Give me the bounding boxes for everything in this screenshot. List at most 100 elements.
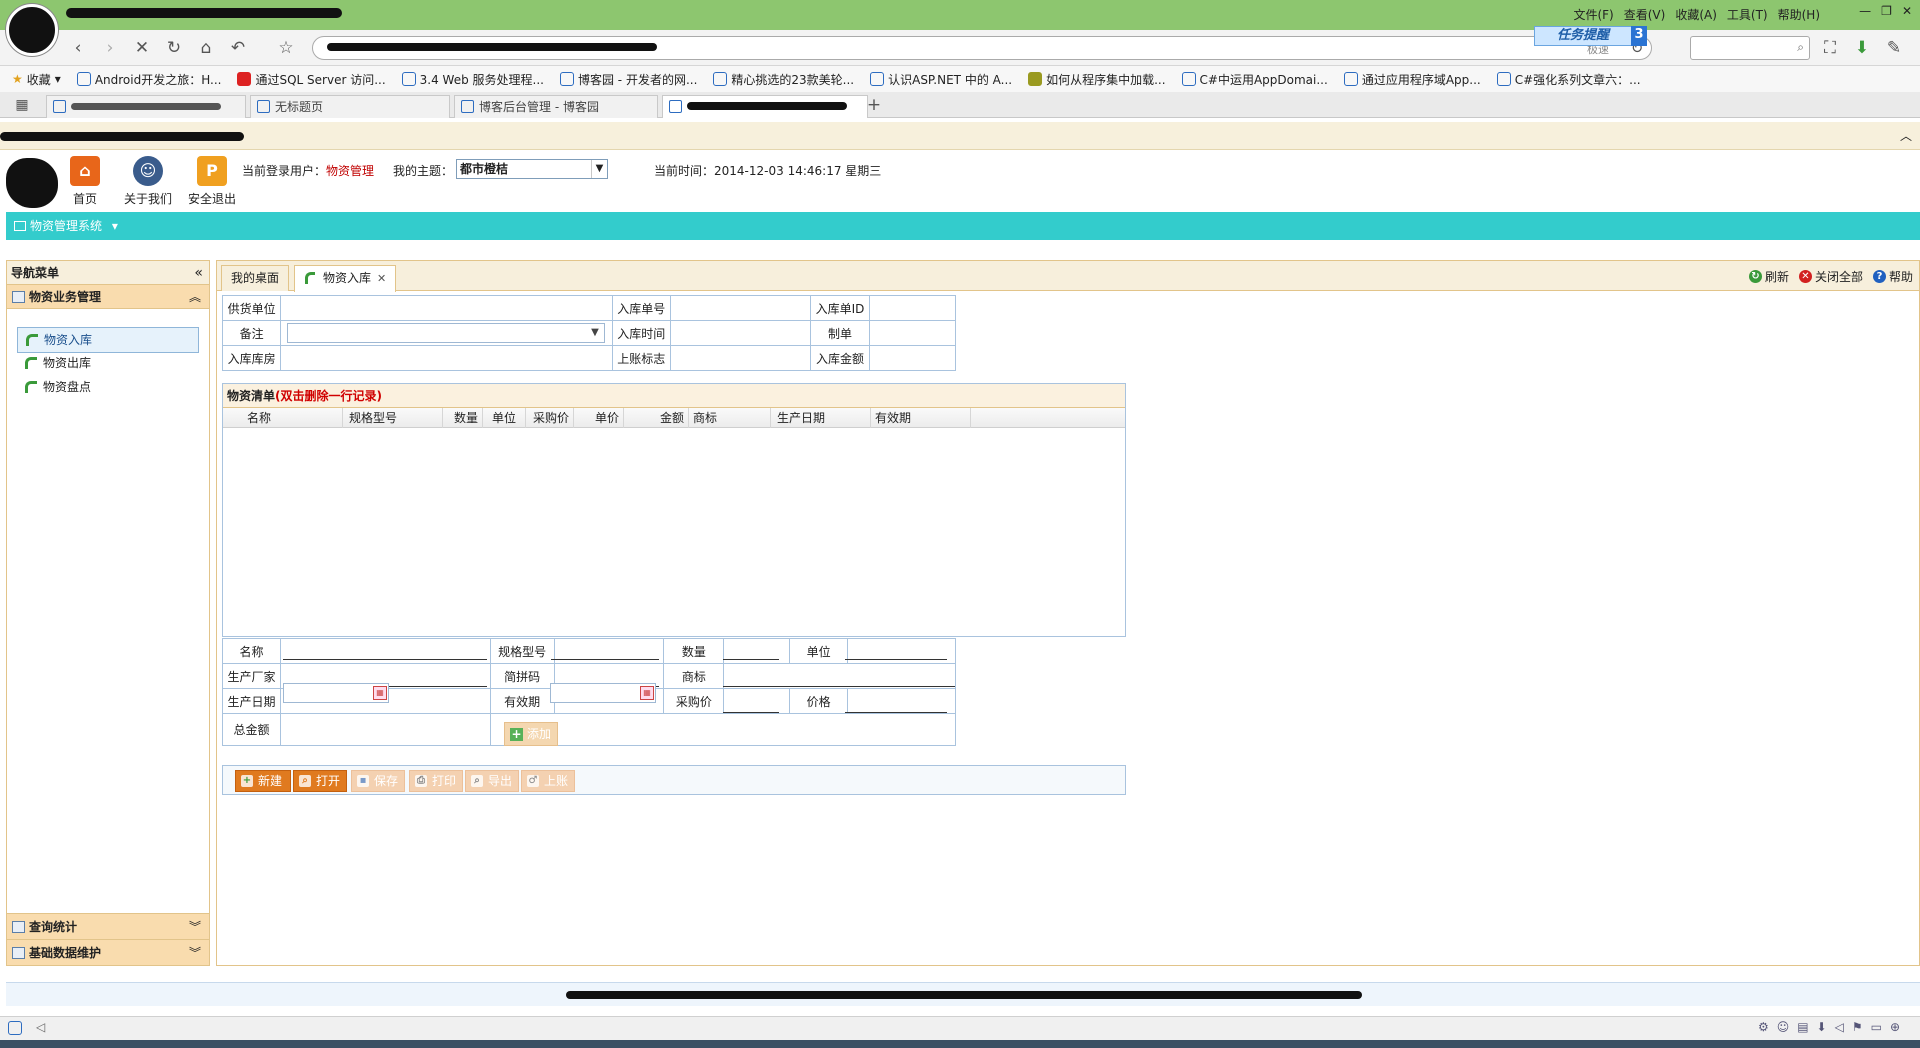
add-item-button[interactable]: + 添加 (504, 722, 558, 746)
about-button[interactable]: ☺ 关于我们 (118, 156, 178, 207)
collapse-up-icon[interactable]: ︿ (1900, 127, 1912, 144)
order-id-field[interactable] (868, 295, 957, 321)
post-button[interactable]: ♂ 上账 (521, 770, 575, 792)
purchase-price-input[interactable] (723, 697, 779, 713)
favorite-link[interactable]: 精心挑选的23款美轮... (707, 71, 864, 88)
nav-section-query[interactable]: 查询统计 ︾ (7, 913, 209, 939)
remark-select[interactable]: ▼ (287, 323, 605, 343)
favorite-link[interactable]: 3.4 Web 服务处理程... (396, 71, 554, 88)
post-flag-field[interactable] (669, 345, 812, 371)
home-button[interactable]: ⌂ 首页 (55, 156, 115, 207)
favorite-link[interactable]: C#强化系列文章六：... (1491, 71, 1651, 88)
favorite-link[interactable]: 认识ASP.NET 中的 A... (864, 71, 1022, 88)
price-input[interactable] (845, 697, 947, 713)
maximize-icon[interactable]: ❐ (1881, 4, 1892, 18)
save-button[interactable]: ▪ 保存 (351, 770, 405, 792)
back-icon[interactable]: ‹ (68, 38, 88, 58)
close-tab-icon[interactable]: ✕ (377, 272, 386, 285)
menu-tools[interactable]: 工具(T) (1727, 6, 1768, 23)
menu-help[interactable]: 帮助(H) (1778, 6, 1820, 23)
action-bar: + 新建 ⌕ 打开 ▪ 保存 ⎙ 打印 ⌕ 导出 ♂ 上账 (222, 765, 1126, 795)
tab-stock-in[interactable]: 物资入库 ✕ (294, 265, 397, 292)
logout-button[interactable]: P 安全退出 (182, 156, 242, 207)
print-button[interactable]: ⎙ 打印 (409, 770, 463, 792)
favorite-link[interactable]: 通过应用程序域App... (1338, 71, 1491, 88)
menu-view[interactable]: 查看(V) (1624, 6, 1666, 23)
close-all-button[interactable]: ✕ 关闭全部 (1798, 268, 1863, 285)
warehouse-field[interactable] (280, 345, 613, 371)
system-menu-bar[interactable]: 物资管理系统 ▾ (6, 212, 1920, 240)
stop-icon[interactable]: ✕ (132, 38, 152, 58)
unit-input[interactable] (845, 644, 947, 660)
nav-item-stock-out[interactable]: 物资出库 (17, 351, 199, 377)
home-icon[interactable]: ⌂ (196, 38, 216, 58)
col-name[interactable]: 名称 (223, 408, 343, 428)
browser-logo[interactable] (6, 4, 58, 56)
col-qty[interactable]: 数量 (443, 408, 483, 428)
undo-icon[interactable]: ↶ (228, 38, 248, 58)
qty-input[interactable] (723, 644, 779, 660)
address-bar[interactable]: 极速 ↻ (312, 36, 1652, 60)
menu-favorites[interactable]: 收藏(A) (1675, 6, 1717, 23)
star-icon[interactable]: ☆ (276, 38, 296, 58)
theme-select[interactable]: 都市橙桔 ▼ (456, 159, 608, 179)
new-tab-icon[interactable]: + (864, 95, 884, 115)
in-time-field[interactable] (669, 320, 812, 346)
mute-icon[interactable]: ✎ (1884, 38, 1904, 58)
open-button[interactable]: ⌕ 打开 (293, 770, 347, 792)
status-tools-icons[interactable]: ⚙☺▤⬇◁⚑▭⊕ (1758, 1020, 1908, 1034)
col-amount[interactable]: 金额 (624, 408, 689, 428)
maker-field[interactable] (868, 320, 957, 346)
supplier-field[interactable] (280, 295, 613, 321)
collapse-left-icon[interactable]: « (194, 261, 203, 285)
spec-input[interactable] (551, 644, 659, 660)
close-window-icon[interactable]: ✕ (1902, 4, 1912, 18)
new-button[interactable]: + 新建 (235, 770, 291, 792)
col-spec[interactable]: 规格型号 (343, 408, 443, 428)
col-brand[interactable]: 商标 (689, 408, 771, 428)
tab-desktop[interactable]: 我的桌面 (221, 265, 290, 291)
info-icon[interactable] (8, 1021, 22, 1035)
nav-section-business[interactable]: 物资业务管理 ︽ (7, 285, 209, 309)
browser-tab[interactable] (46, 95, 246, 118)
nav-item-stock-in[interactable]: 物资入库 (17, 327, 199, 353)
browser-tab[interactable]: 博客后台管理 - 博客园 (454, 95, 658, 118)
task-reminder-badge[interactable]: 任务提醒 3 (1534, 26, 1647, 46)
amount-field[interactable] (868, 345, 957, 371)
screenshot-icon[interactable]: ⛶ (1820, 38, 1840, 58)
col-purchase-price[interactable]: 采购价 (526, 408, 574, 428)
prod-date-input[interactable]: ▦ (283, 683, 389, 703)
help-button[interactable]: ? 帮助 (1872, 268, 1913, 285)
search-input[interactable]: ⌕ (1690, 36, 1810, 60)
speaker-icon[interactable]: ◁ (36, 1020, 45, 1034)
nav-item-inventory[interactable]: 物资盘点 (17, 375, 199, 401)
favorite-link[interactable]: Android开发之旅：H... (71, 71, 232, 88)
browser-tab-active[interactable] (662, 95, 868, 118)
col-price[interactable]: 单价 (574, 408, 624, 428)
browser-tab[interactable]: 无标题页 (250, 95, 450, 118)
refresh-icon[interactable]: ↻ (164, 38, 184, 58)
favorite-link[interactable]: C#中运用AppDomai... (1176, 71, 1338, 88)
favorite-link[interactable]: 如何从程序集中加载... (1022, 71, 1175, 88)
minimize-icon[interactable]: — (1859, 4, 1871, 18)
search-icon[interactable]: ⌕ (1797, 40, 1804, 55)
order-no-field[interactable] (669, 295, 812, 321)
nav-section-basedata[interactable]: 基础数据维护 ︾ (7, 939, 209, 965)
col-expiry[interactable]: 有效期 (871, 408, 971, 428)
col-prod-date[interactable]: 生产日期 (771, 408, 871, 428)
grid-icon[interactable]: ▦ (12, 95, 32, 115)
favorite-link[interactable]: 博客园 - 开发者的网... (554, 71, 707, 88)
favorites-menu[interactable]: ★ 收藏 ▾ (6, 71, 71, 88)
expiry-input[interactable]: ▦ (550, 683, 656, 703)
brand-input[interactable] (723, 671, 955, 687)
calendar-icon[interactable]: ▦ (640, 686, 654, 700)
favorite-link[interactable]: 通过SQL Server 访问... (231, 71, 395, 88)
download-icon[interactable]: ⬇ (1852, 38, 1872, 58)
export-button[interactable]: ⌕ 导出 (465, 770, 519, 792)
col-unit[interactable]: 单位 (483, 408, 526, 428)
calendar-icon[interactable]: ▦ (373, 686, 387, 700)
forward-icon[interactable]: › (100, 38, 120, 58)
refresh-button[interactable]: ↻ 刷新 (1748, 268, 1789, 285)
menu-file[interactable]: 文件(F) (1573, 6, 1613, 23)
name-input[interactable] (283, 644, 487, 660)
